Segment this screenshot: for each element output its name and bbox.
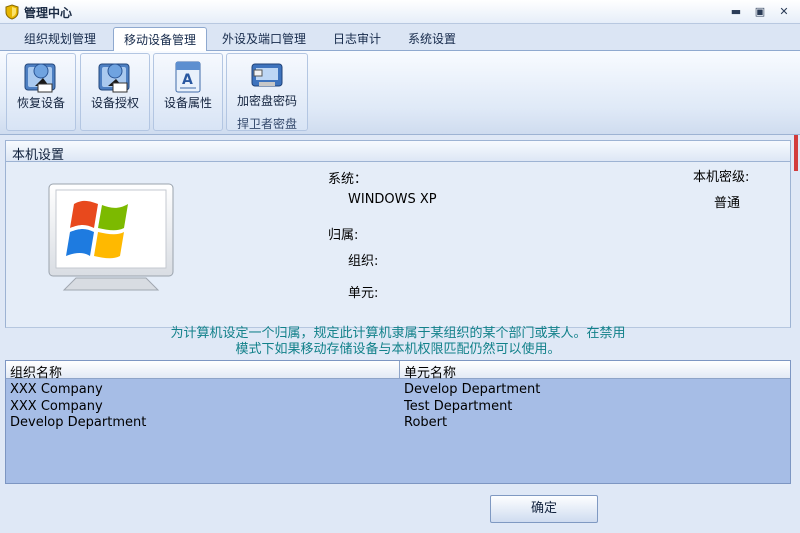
security-level-value: 普通 xyxy=(714,196,741,211)
cell-unit: Develop Department xyxy=(404,382,541,397)
tab-log-audit[interactable]: 日志审计 xyxy=(322,29,392,51)
cell-unit: Robert xyxy=(404,415,448,430)
window-title: 管理中心 xyxy=(24,6,73,20)
column-header-org[interactable]: 组织名称 xyxy=(10,362,62,381)
section-title: 本机设置 xyxy=(12,148,65,163)
device-properties-icon: A xyxy=(175,61,201,93)
cell-org: Develop Department xyxy=(10,415,147,430)
tab-mobile-device[interactable]: 移动设备管理 xyxy=(113,27,207,52)
ribbon-group-label: 捍卫者密盘 xyxy=(236,117,297,131)
hint-line-1: 为计算机设定一个归属，规定此计算机隶属于某组织的某个部门或某人。在禁用 xyxy=(170,326,626,341)
encrypted-disk-password-label: 加密盘密码 xyxy=(236,94,297,108)
tab-bar: 组织规划管理 移动设备管理 外设及端口管理 日志审计 系统设置 xyxy=(0,24,800,52)
tab-org-planning[interactable]: 组织规划管理 xyxy=(14,29,106,51)
shield-icon xyxy=(5,4,19,20)
unit-label: 单元: xyxy=(348,286,379,301)
hint-text: 为计算机设定一个归属，规定此计算机隶属于某组织的某个部门或某人。在禁用 模式下如… xyxy=(5,326,791,358)
scrollbar-thumb[interactable] xyxy=(794,135,798,171)
restore-device-label: 恢复设备 xyxy=(16,96,65,110)
cell-org: XXX Company xyxy=(10,399,103,414)
cell-org: XXX Company xyxy=(10,382,103,397)
device-properties-button[interactable]: A 设备属性 xyxy=(153,53,223,131)
authorize-device-icon xyxy=(98,63,130,93)
belong-label: 归属: xyxy=(328,228,359,243)
column-header-unit[interactable]: 单元名称 xyxy=(404,362,456,381)
cell-unit: Test Department xyxy=(404,399,513,414)
restore-device-button[interactable]: 恢复设备 xyxy=(6,53,76,131)
system-label: 系统： xyxy=(328,172,368,187)
table-row[interactable]: XXX Company Develop Department xyxy=(6,382,790,398)
ok-button[interactable]: 确定 xyxy=(490,495,598,523)
tab-system-settings[interactable]: 系统设置 xyxy=(398,29,466,51)
svg-text:A: A xyxy=(182,72,193,88)
maximize-icon[interactable]: ▣ xyxy=(751,4,769,20)
restore-device-icon xyxy=(24,63,56,93)
encrypted-disk-password-icon xyxy=(251,63,283,87)
security-level-label: 本机密级: xyxy=(693,170,750,185)
section-header: 本机设置 xyxy=(5,140,791,163)
system-value: WINDOWS XP xyxy=(348,192,437,207)
hint-line-2: 模式下如果移动存储设备与本机权限匹配仍然可以使用。 xyxy=(235,342,561,357)
device-properties-label: 设备属性 xyxy=(163,96,212,110)
title-bar: 管理中心 ▬ ▣ ✕ xyxy=(0,0,800,24)
windows-monitor-icon xyxy=(48,183,174,291)
table-header: 组织名称 单元名称 xyxy=(6,361,790,381)
authorize-device-label: 设备授权 xyxy=(90,96,139,110)
org-label: 组织: xyxy=(348,254,379,269)
close-icon[interactable]: ✕ xyxy=(775,4,793,20)
machine-info-panel: 系统： WINDOWS XP 归属: 组织: 单元: 本机密级: 普通 xyxy=(5,162,791,328)
authorize-device-button[interactable]: 设备授权 xyxy=(80,53,150,131)
table-row[interactable]: Develop Department Robert xyxy=(6,415,790,431)
table-row[interactable]: XXX Company Test Department xyxy=(6,399,790,415)
ribbon: 恢复设备 设备授权 A 设备属性 加密盘密码 捍卫者密盘 xyxy=(0,51,800,135)
minimize-icon[interactable]: ▬ xyxy=(727,4,745,20)
assignment-table[interactable]: 组织名称 单元名称 XXX Company Develop Department… xyxy=(5,360,791,484)
tab-peripheral-port[interactable]: 外设及端口管理 xyxy=(214,29,314,51)
column-divider[interactable] xyxy=(399,361,400,379)
